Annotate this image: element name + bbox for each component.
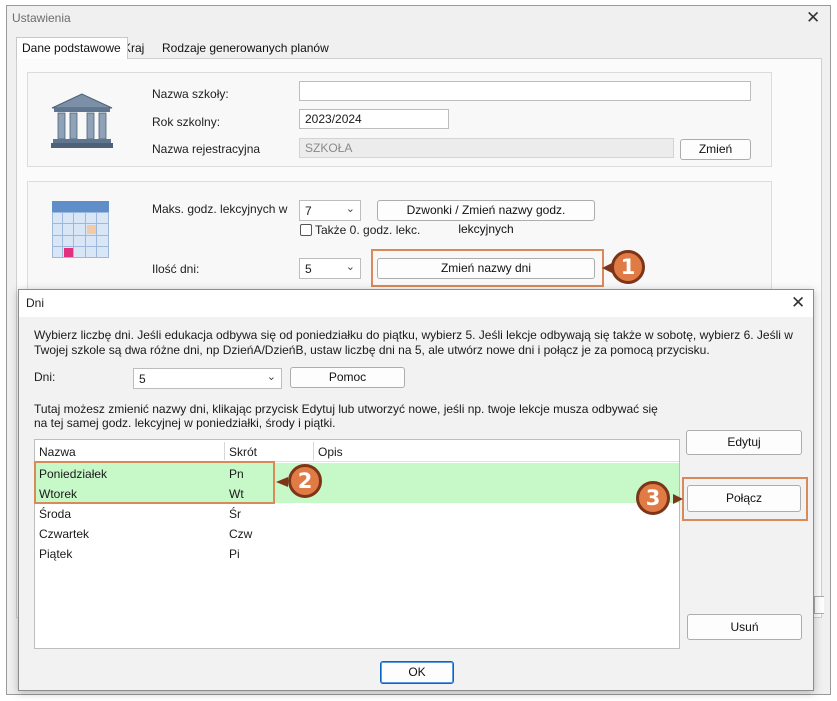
callout-arrow-1 <box>602 263 612 273</box>
dialog-title: Dni <box>26 296 45 310</box>
row-short: Czw <box>229 527 253 541</box>
dialog-days-value: 5 <box>139 372 146 386</box>
column-header-name[interactable]: Nazwa <box>39 445 76 459</box>
tab-rodzaje-planow[interactable]: Rodzaje generowanych planów <box>157 38 335 58</box>
window-close-button[interactable]: ✕ <box>806 9 820 26</box>
dialog-instructions: Wybierz liczbę dni. Jeśli edukacja odbyw… <box>34 328 793 357</box>
table-row[interactable]: Środa Śr <box>35 503 679 523</box>
school-name-label: Nazwa szkoły: <box>152 87 229 101</box>
callout-arrow-3 <box>673 494 683 504</box>
days-count-select[interactable]: 5 ⌄ <box>299 258 361 279</box>
dialog-close-button[interactable]: ✕ <box>791 294 805 311</box>
bells-rename-lessons-button[interactable]: Dzwonki / Zmień nazwy godz. lekcyjnych <box>377 200 595 236</box>
column-separator <box>224 442 225 460</box>
max-lessons-select[interactable]: 7 ⌄ <box>299 200 361 221</box>
max-lessons-label: Maks. godz. lekcyjnych w <box>152 202 288 216</box>
chevron-down-icon: ⌄ <box>345 261 355 273</box>
chevron-down-icon: ⌄ <box>345 203 355 215</box>
edit-button[interactable]: Edytuj <box>686 430 802 455</box>
help-button[interactable]: Pomoc <box>290 367 405 388</box>
rename-hint: Tutaj możesz zmienić nazwy dni, klikając… <box>34 402 658 430</box>
change-registration-button[interactable]: Zmień <box>680 139 751 160</box>
column-separator <box>313 442 314 460</box>
days-count-value: 5 <box>305 262 312 276</box>
calendar-grid-icon <box>52 201 109 258</box>
row-short: Pi <box>229 547 240 561</box>
tab-dane-podstawowe[interactable]: Dane podstawowe <box>16 37 128 59</box>
table-row[interactable]: Czwartek Czw <box>35 523 679 543</box>
zero-lesson-label: Także 0. godz. lekc. <box>315 223 421 237</box>
callout-badge-1: 1 <box>611 250 645 284</box>
table-header: Nazwa Skrót Opis <box>35 440 679 462</box>
row-name: Piątek <box>39 547 73 561</box>
chevron-down-icon: ⌄ <box>266 371 276 383</box>
ok-button[interactable]: OK <box>380 661 454 684</box>
school-name-field[interactable] <box>299 81 751 101</box>
merge-button[interactable]: Połącz <box>687 485 801 512</box>
callout-number-3: 3 <box>645 486 661 510</box>
row-short: Śr <box>229 507 241 521</box>
registration-name-label: Nazwa rejestracyjna <box>152 142 261 156</box>
dialog-days-select[interactable]: 5 ⌄ <box>133 368 282 389</box>
window-title: Ustawienia <box>12 11 71 25</box>
zero-lesson-checkbox[interactable] <box>300 224 312 236</box>
dialog-days-label: Dni: <box>34 370 56 384</box>
school-year-label: Rok szkolny: <box>152 115 221 129</box>
highlight-selected-rows <box>34 461 275 504</box>
registration-name-field: SZKOŁA <box>299 138 674 158</box>
callout-badge-2: 2 <box>288 464 322 498</box>
highlight-rename-days <box>371 249 604 287</box>
days-count-label: Ilość dni: <box>152 262 200 276</box>
callout-number-2: 2 <box>297 469 313 493</box>
column-header-short[interactable]: Skrót <box>229 445 257 459</box>
dialog-titlebar <box>18 289 814 317</box>
callout-badge-3: 3 <box>636 481 670 515</box>
column-header-desc[interactable]: Opis <box>318 445 343 459</box>
callout-number-1: 1 <box>620 255 636 279</box>
row-name: Środa <box>39 507 72 521</box>
hidden-button-edge <box>814 596 824 614</box>
building-icon <box>51 93 113 148</box>
delete-button[interactable]: Usuń <box>687 614 802 640</box>
row-name: Czwartek <box>39 527 90 541</box>
max-lessons-value: 7 <box>305 204 312 218</box>
table-row[interactable]: Piątek Pi <box>35 543 679 563</box>
school-year-field[interactable]: 2023/2024 <box>299 109 449 129</box>
callout-arrow-2 <box>276 477 288 487</box>
